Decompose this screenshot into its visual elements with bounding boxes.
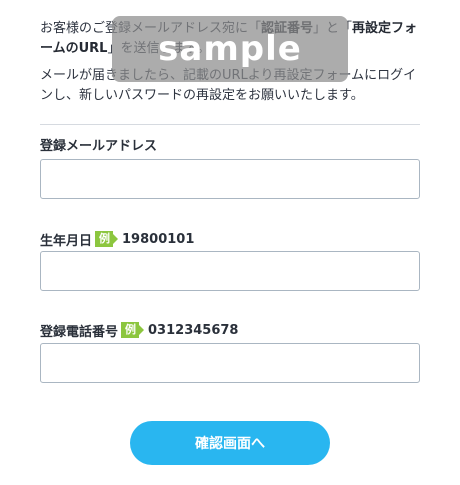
birthdate-field[interactable] <box>40 251 420 291</box>
intro-text: お客様のご登録メールアドレス宛に「 <box>40 21 262 36</box>
phone-field[interactable] <box>40 343 420 383</box>
intro-paragraph-send-info: お客様のご登録メールアドレス宛に「認証番号」と「再設定フォームのURL」を送信し… <box>40 0 420 59</box>
birthdate-example: 19800101 <box>122 231 195 247</box>
phone-example: 0312345678 <box>148 322 239 338</box>
intro-text: 」を送信します。 <box>107 41 211 56</box>
email-label: 登録メールアドレス <box>40 135 158 154</box>
email-label-text: 登録メールアドレス <box>40 138 158 154</box>
email-field[interactable] <box>40 159 420 199</box>
birthdate-label-text: 生年月日 <box>40 233 93 249</box>
intro-section: お客様のご登録メールアドレス宛に「認証番号」と「再設定フォームのURL」を送信し… <box>40 0 420 106</box>
intro-paragraph-instructions: メールが届きましたら、記載のURLより再設定フォームにログインし、新しいパスワー… <box>40 68 417 103</box>
phone-label: 登録電話番号 例 0312345678 <box>40 321 239 340</box>
example-badge: 例 <box>95 231 119 247</box>
phone-label-text: 登録電話番号 <box>40 324 119 340</box>
confirm-button[interactable]: 確認画面へ <box>130 421 330 465</box>
intro-text: 」と「 <box>313 21 353 36</box>
intro-keyword-auth-code: 認証番号 <box>261 21 314 36</box>
example-badge: 例 <box>121 322 145 338</box>
section-divider <box>40 124 420 125</box>
birthdate-label: 生年月日 例 19800101 <box>40 230 195 249</box>
